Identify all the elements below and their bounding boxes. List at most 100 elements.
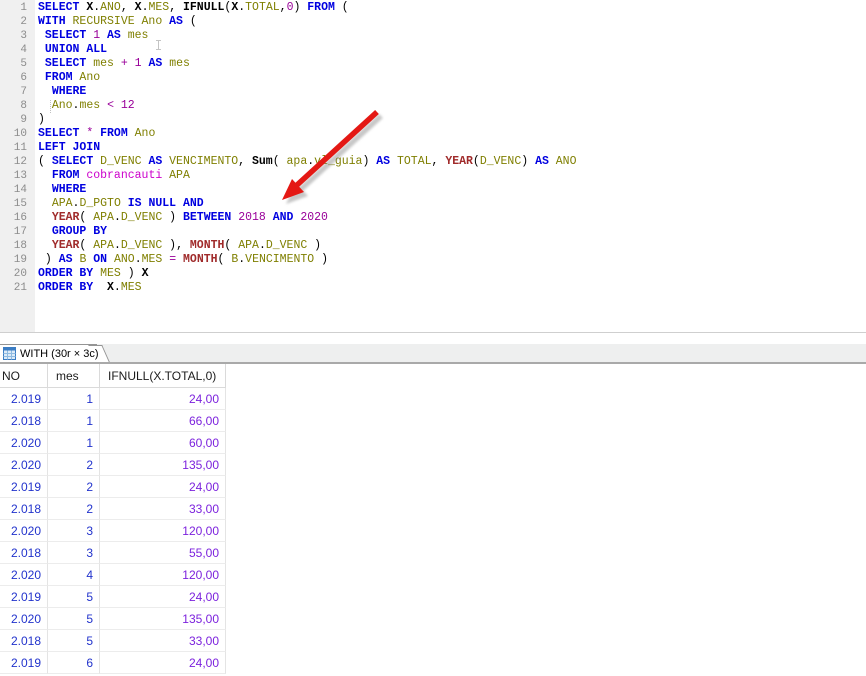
code-line[interactable]: UNION ALL <box>38 43 577 57</box>
sql-token: + <box>121 57 128 70</box>
grid-cell[interactable]: 120,00 <box>100 564 226 586</box>
code-line[interactable]: Ano.mes < 12 <box>38 99 577 113</box>
table-row[interactable]: 2.0205135,00 <box>0 608 226 630</box>
grid-cell[interactable]: 2 <box>48 498 100 520</box>
sql-token: . <box>114 211 121 224</box>
table-row[interactable]: 2.019224,00 <box>0 476 226 498</box>
code-line[interactable]: FROM Ano <box>38 71 577 85</box>
grid-cell[interactable]: 4 <box>48 564 100 586</box>
grid-cell[interactable]: 3 <box>48 542 100 564</box>
code-line[interactable]: WHERE <box>38 85 577 99</box>
code-line[interactable]: ) AS B ON ANO.MES = MONTH( B.VENCIMENTO … <box>38 253 577 267</box>
grid-cell[interactable]: 2.018 <box>0 410 48 432</box>
grid-cell[interactable]: 60,00 <box>100 432 226 454</box>
code-line[interactable]: ORDER BY MES ) X <box>38 267 577 281</box>
sql-token: SELECT <box>38 1 86 14</box>
grid-cell[interactable]: 55,00 <box>100 542 226 564</box>
grid-cell[interactable]: 1 <box>48 410 100 432</box>
grid-cell[interactable]: 2 <box>48 454 100 476</box>
grid-cell[interactable]: 24,00 <box>100 586 226 608</box>
code-line[interactable]: FROM cobrancauti APA <box>38 169 577 183</box>
sql-token: SELECT <box>52 155 100 168</box>
line-number: 9 <box>0 113 27 127</box>
grid-cell[interactable]: 5 <box>48 608 100 630</box>
grid-cell[interactable]: 24,00 <box>100 652 226 674</box>
table-row[interactable]: 2.0202135,00 <box>0 454 226 476</box>
grid-cell[interactable]: 2.020 <box>0 608 48 630</box>
code-line[interactable]: SELECT 1 AS mes <box>38 29 577 43</box>
grid-cell[interactable]: 33,00 <box>100 630 226 652</box>
code-line[interactable]: ( SELECT D_VENC AS VENCIMENTO, Sum( apa.… <box>38 155 577 169</box>
table-row[interactable]: 2.018355,00 <box>0 542 226 564</box>
sql-token: 2020 <box>300 211 328 224</box>
column-header-0[interactable]: NO <box>0 364 48 388</box>
code-line[interactable]: WHERE <box>38 183 577 197</box>
sql-token: AS <box>535 155 556 168</box>
table-row[interactable]: 2.018166,00 <box>0 410 226 432</box>
grid-cell[interactable]: 2.020 <box>0 432 48 454</box>
grid-cell[interactable]: 2.018 <box>0 542 48 564</box>
grid-cell[interactable]: 2.019 <box>0 586 48 608</box>
grid-cell[interactable]: 1 <box>48 432 100 454</box>
grid-cell[interactable]: 135,00 <box>100 454 226 476</box>
sql-token: . <box>135 253 142 266</box>
grid-cell[interactable]: 5 <box>48 630 100 652</box>
code-line[interactable]: SELECT * FROM Ano <box>38 127 577 141</box>
grid-cell[interactable]: 135,00 <box>100 608 226 630</box>
sql-token: Ano <box>135 127 156 140</box>
grid-cell[interactable]: 2.018 <box>0 498 48 520</box>
sql-token: AS <box>169 15 183 28</box>
result-tab-with[interactable]: WITH (30r × 3c) <box>0 344 97 362</box>
grid-cell[interactable]: 2.019 <box>0 476 48 498</box>
line-number: 8 <box>0 99 27 113</box>
grid-cell[interactable]: 120,00 <box>100 520 226 542</box>
sql-query-editor[interactable]: 123456789101112131415161718192021 SELECT… <box>0 0 866 333</box>
code-line[interactable]: ORDER BY X.MES <box>38 281 577 295</box>
grid-cell[interactable]: 2 <box>48 476 100 498</box>
grid-cell[interactable]: 5 <box>48 586 100 608</box>
grid-cell[interactable]: 24,00 <box>100 476 226 498</box>
grid-cell[interactable]: 3 <box>48 520 100 542</box>
code-line[interactable]: WITH RECURSIVE Ano AS ( <box>38 15 577 29</box>
code-line[interactable]: YEAR( APA.D_VENC ) BETWEEN 2018 AND 2020 <box>38 211 577 225</box>
grid-cell[interactable]: 2.019 <box>0 388 48 410</box>
sql-token: YEAR <box>52 239 80 252</box>
code-line[interactable]: SELECT mes + 1 AS mes <box>38 57 577 71</box>
table-row[interactable]: 2.018533,00 <box>0 630 226 652</box>
grid-cell[interactable]: 2.019 <box>0 652 48 674</box>
sql-token: Ano <box>52 99 73 112</box>
sql-token: D_VENC <box>121 211 162 224</box>
sql-token: ) <box>314 253 328 266</box>
grid-cell[interactable]: 6 <box>48 652 100 674</box>
table-row[interactable]: 2.019624,00 <box>0 652 226 674</box>
sql-token: . <box>114 239 121 252</box>
code-line[interactable]: GROUP BY <box>38 225 577 239</box>
grid-cell[interactable]: 2.018 <box>0 630 48 652</box>
sql-token: ), <box>162 239 190 252</box>
code-line[interactable]: LEFT JOIN <box>38 141 577 155</box>
grid-cell[interactable]: 33,00 <box>100 498 226 520</box>
grid-cell[interactable]: 24,00 <box>100 388 226 410</box>
table-row[interactable]: 2.0203120,00 <box>0 520 226 542</box>
column-header-2[interactable]: IFNULL(X.TOTAL,0) <box>100 364 226 388</box>
grid-cell[interactable]: 1 <box>48 388 100 410</box>
table-row[interactable]: 2.019524,00 <box>0 586 226 608</box>
table-row[interactable]: 2.020160,00 <box>0 432 226 454</box>
grid-cell[interactable]: 2.020 <box>0 454 48 476</box>
column-header-1[interactable]: mes <box>48 364 100 388</box>
table-row[interactable]: 2.0204120,00 <box>0 564 226 586</box>
sql-token: . <box>259 239 266 252</box>
grid-cell[interactable]: 2.020 <box>0 520 48 542</box>
code-line[interactable]: APA.D_PGTO IS NULL AND <box>38 197 577 211</box>
code-line[interactable]: YEAR( APA.D_VENC ), MONTH( APA.D_VENC ) <box>38 239 577 253</box>
sql-code-area[interactable]: SELECT X.ANO, X.MES, IFNULL(X.TOTAL,0) F… <box>38 1 577 295</box>
sql-token: SELECT <box>45 57 93 70</box>
sql-token: , <box>238 155 252 168</box>
code-line[interactable]: SELECT X.ANO, X.MES, IFNULL(X.TOTAL,0) F… <box>38 1 577 15</box>
sql-token: WHERE <box>52 85 87 98</box>
grid-cell[interactable]: 66,00 <box>100 410 226 432</box>
table-row[interactable]: 2.018233,00 <box>0 498 226 520</box>
code-line[interactable]: ) <box>38 113 577 127</box>
grid-cell[interactable]: 2.020 <box>0 564 48 586</box>
table-row[interactable]: 2.019124,00 <box>0 388 226 410</box>
